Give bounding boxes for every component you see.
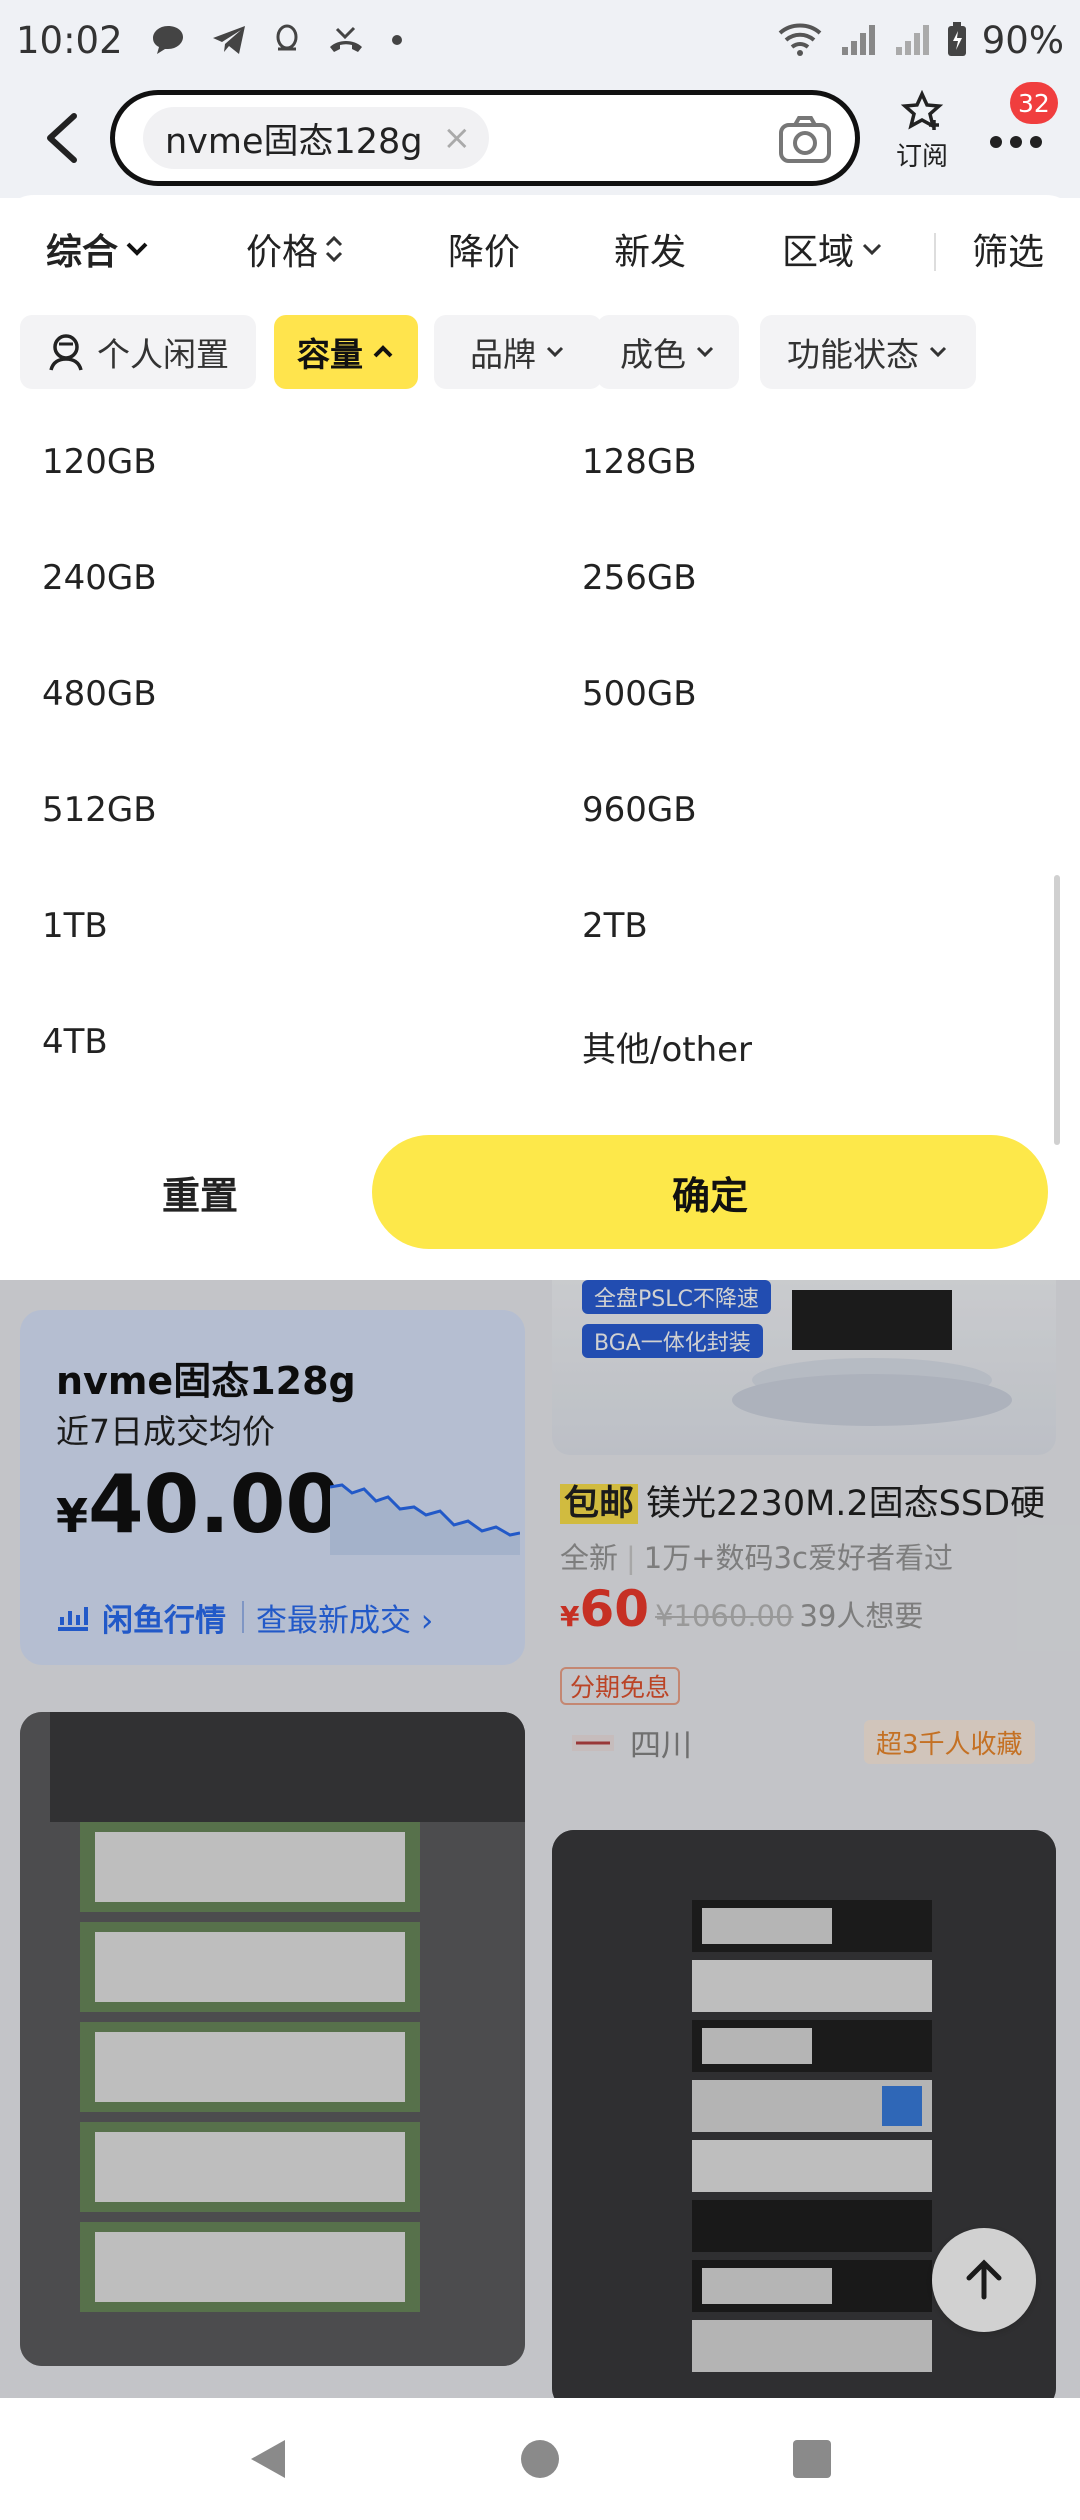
sort-comprehensive-label: 综合	[46, 232, 119, 273]
search-header: nvme固态128g × 订阅 32	[0, 80, 1080, 198]
capacity-option[interactable]: 512GB	[42, 790, 157, 830]
message-count-badge: 32	[1010, 82, 1058, 124]
filter-capacity[interactable]: 容量	[274, 315, 418, 389]
person-icon	[49, 334, 83, 371]
chevron-up-icon	[373, 345, 393, 358]
search-box[interactable]: nvme固态128g ×	[110, 90, 860, 186]
confirm-button[interactable]: 确定	[372, 1135, 1048, 1249]
dot-icon	[391, 35, 402, 45]
sort-comprehensive[interactable]: 综合	[46, 223, 150, 275]
filter-brand[interactable]: 品牌	[434, 315, 602, 389]
filter-button[interactable]: 筛选	[972, 223, 1044, 275]
sort-price-label: 价格	[246, 232, 319, 273]
subscribe-button[interactable]: 订阅	[890, 90, 954, 173]
filter-capacity-label: 容量	[297, 335, 363, 374]
chevron-down-icon	[126, 242, 148, 256]
filter-function-status-label: 功能状态	[787, 335, 919, 374]
search-query-text: nvme固态128g	[165, 121, 423, 162]
status-bar: 10:02 90%	[0, 0, 1080, 80]
missed-call-icon	[329, 26, 362, 52]
capacity-filter-panel: 综合 价格 降价 新发 区域 筛选 个人闲置 容量 品牌 成色 功能状态 120…	[0, 195, 1080, 1280]
filter-brand-label: 品牌	[470, 335, 536, 374]
clear-icon[interactable]: ×	[443, 118, 472, 158]
chat-bubble-icon	[152, 26, 183, 54]
filter-condition-label: 成色	[620, 335, 686, 374]
reset-button[interactable]: 重置	[30, 1135, 370, 1249]
status-time: 10:02	[16, 18, 123, 62]
capacity-option[interactable]: 240GB	[42, 558, 157, 598]
filter-button-label: 筛选	[972, 232, 1045, 273]
sort-region-label: 区域	[782, 232, 855, 273]
capacity-option[interactable]: 960GB	[582, 790, 697, 830]
wifi-icon	[778, 23, 822, 56]
filter-personal-idle-label: 个人闲置	[97, 335, 229, 374]
capacity-option[interactable]: 128GB	[582, 442, 697, 482]
system-nav-bar	[0, 2398, 1080, 2520]
telegram-icon	[212, 26, 245, 54]
capacity-option[interactable]: 1TB	[42, 906, 108, 946]
sortbar-divider	[934, 233, 936, 271]
chevron-down-icon	[546, 346, 564, 358]
camera-icon[interactable]	[777, 111, 833, 167]
subscribe-label: 订阅	[895, 142, 948, 172]
qq-icon	[276, 24, 298, 51]
more-icon[interactable]	[988, 132, 1044, 152]
chevron-down-icon	[862, 243, 882, 256]
battery-level: 90%	[981, 18, 1064, 62]
sort-region[interactable]: 区域	[782, 223, 884, 275]
capacity-option[interactable]: 120GB	[42, 442, 157, 482]
nav-home-icon[interactable]	[519, 2438, 561, 2480]
search-query-chip[interactable]: nvme固态128g ×	[143, 107, 490, 169]
nav-recents-icon[interactable]	[791, 2438, 833, 2480]
subscribe-star-icon	[900, 90, 944, 130]
capacity-option[interactable]: 256GB	[582, 558, 697, 598]
sort-newest-label: 新发	[614, 232, 687, 273]
sort-price-drop[interactable]: 降价	[448, 223, 520, 275]
sort-newest[interactable]: 新发	[614, 223, 686, 275]
sort-bar: 综合 价格 降价 新发 区域 筛选	[0, 195, 1080, 303]
nav-back-icon[interactable]	[247, 2436, 289, 2482]
chevron-down-icon	[929, 346, 947, 358]
signal-icon	[895, 25, 929, 55]
sort-updown-icon	[325, 235, 343, 263]
sort-price[interactable]: 价格	[246, 223, 346, 275]
capacity-option[interactable]: 4TB	[42, 1022, 108, 1062]
battery-icon	[947, 22, 966, 56]
capacity-option[interactable]: 2TB	[582, 906, 648, 946]
dim-overlay[interactable]	[0, 1280, 1080, 2398]
filter-function-status[interactable]: 功能状态	[760, 315, 976, 389]
capacity-option[interactable]: 500GB	[582, 674, 697, 714]
filter-condition[interactable]: 成色	[597, 315, 739, 389]
panel-scrollbar[interactable]	[1054, 875, 1060, 1145]
capacity-option[interactable]: 其他/other	[582, 1022, 752, 1071]
sort-price-drop-label: 降价	[448, 232, 521, 273]
chevron-down-icon	[696, 346, 714, 358]
signal-icon	[841, 25, 875, 55]
quick-filters: 个人闲置 容量 品牌 成色 功能状态	[20, 315, 1080, 389]
filter-personal-idle[interactable]: 个人闲置	[20, 315, 256, 389]
back-arrow-icon[interactable]	[38, 110, 90, 166]
capacity-option[interactable]: 480GB	[42, 674, 157, 714]
